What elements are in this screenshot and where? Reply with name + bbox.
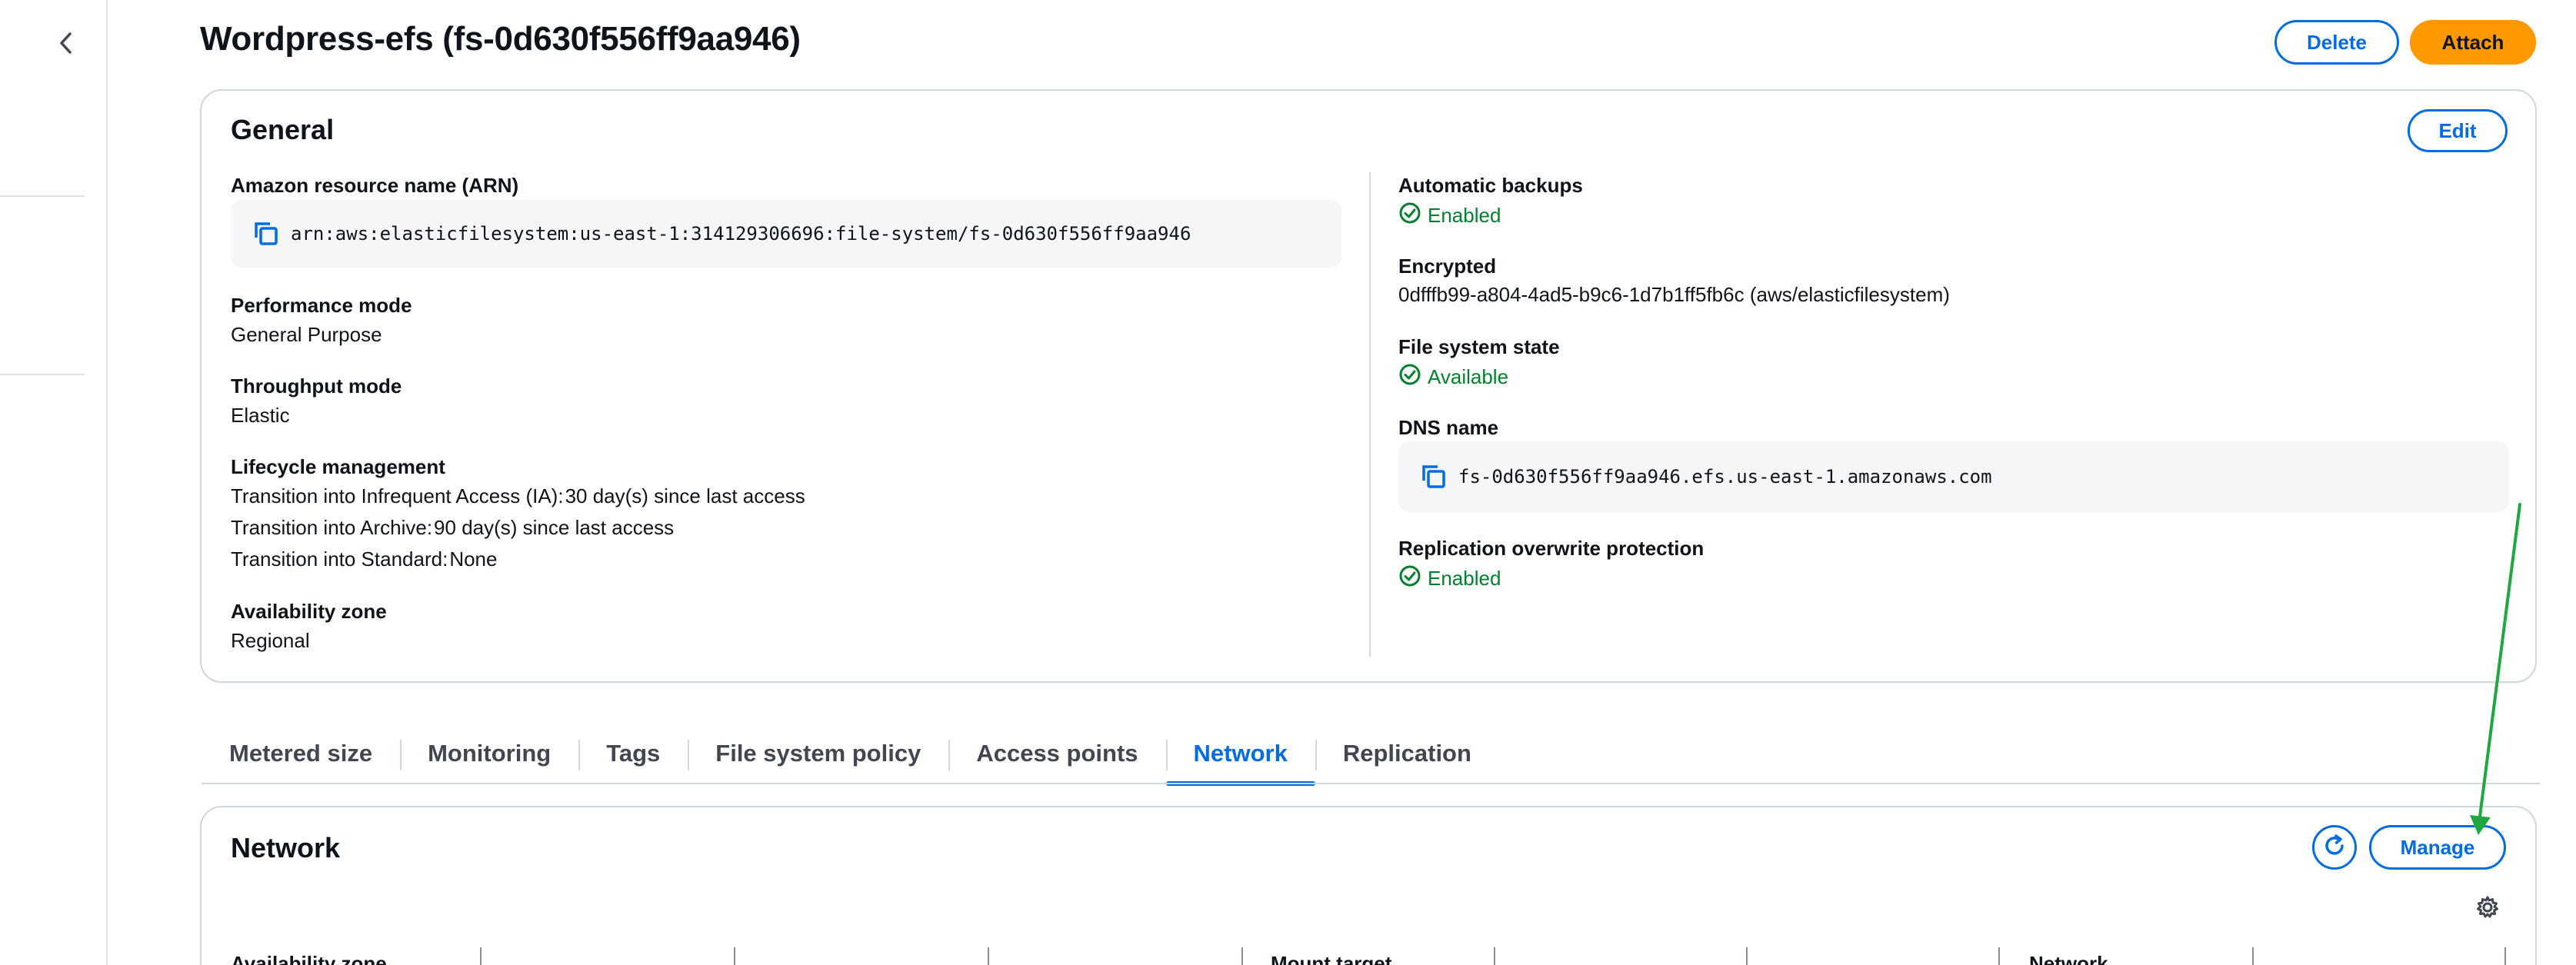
column-divider [734, 947, 735, 965]
replication-protection-label: Replication overwrite protection [1398, 537, 1705, 560]
column-divider [2252, 947, 2254, 965]
arn-value: arn:aws:elasticfilesystem:us-east-1:3141… [291, 223, 1191, 245]
detail-tabs: Metered size Monitoring Tags File system… [202, 723, 1499, 786]
dns-name-label: DNS name [1398, 416, 1499, 439]
copy-icon[interactable] [251, 218, 282, 249]
availability-zone-value: Regional [231, 629, 310, 652]
page: Wordpress-efs (fs-0d630f556ff9aa946) Del… [0, 0, 2576, 965]
tab-access-points[interactable]: Access points [948, 723, 1165, 784]
tab-tags[interactable]: Tags [578, 723, 688, 784]
lifecycle-line: Transition into Archive:90 day(s) since … [231, 516, 675, 539]
tab-monitoring[interactable]: Monitoring [400, 723, 578, 784]
lifecycle-label: Lifecycle management [231, 455, 445, 478]
column-divider [1241, 947, 1243, 965]
edit-button[interactable]: Edit [2408, 109, 2508, 152]
lifecycle-line: Transition into Standard:None [231, 547, 498, 571]
chevron-left-icon[interactable] [52, 29, 80, 57]
tabs-underline [202, 783, 2540, 784]
encrypted-value: 0dfffb99-a804-4ad5-b9c6-1d7b1ff5fb6c (aw… [1398, 283, 1950, 306]
encrypted-label: Encrypted [1398, 255, 1497, 278]
throughput-mode-value: Elastic [231, 404, 290, 427]
page-title: Wordpress-efs (fs-0d630f556ff9aa946) [200, 20, 801, 58]
nav-divider [0, 195, 85, 197]
side-navigation-collapsed [0, 0, 108, 965]
tab-file-system-policy[interactable]: File system policy [688, 723, 948, 784]
lifecycle-line: Transition into Infrequent Access (IA):3… [231, 484, 805, 507]
automatic-backups-status: Enabled [1398, 201, 1501, 230]
replication-protection-status: Enabled [1398, 564, 1501, 593]
performance-mode-label: Performance mode [231, 294, 412, 317]
file-system-state-status: Available [1398, 363, 1508, 391]
refresh-icon [2321, 833, 2348, 863]
column-header-mount-target[interactable]: Mount target [1271, 952, 1391, 965]
automatic-backups-value: Enabled [1428, 204, 1501, 227]
gear-icon[interactable] [2472, 892, 2503, 923]
refresh-button[interactable] [2312, 825, 2357, 870]
check-circle-icon [1398, 201, 1421, 230]
column-divider [1998, 947, 2000, 965]
manage-button[interactable]: Manage [2369, 825, 2506, 870]
file-system-state-value: Available [1428, 365, 1509, 388]
general-container: General Edit Amazon resource name (ARN) … [200, 89, 2537, 683]
tab-network[interactable]: Network [1165, 723, 1316, 786]
column-divider [2504, 947, 2506, 965]
delete-button[interactable]: Delete [2274, 20, 2399, 65]
replication-protection-value: Enabled [1428, 567, 1501, 590]
throughput-mode-label: Throughput mode [231, 374, 402, 398]
tab-replication[interactable]: Replication [1315, 723, 1499, 784]
tab-metered-size[interactable]: Metered size [202, 723, 400, 784]
check-circle-icon [1398, 564, 1421, 593]
column-header-network[interactable]: Network [2029, 952, 2108, 965]
column-divider [480, 947, 482, 965]
column-header-availability-zone[interactable]: Availability zone [231, 952, 387, 965]
attach-button[interactable]: Attach [2410, 20, 2536, 65]
copy-icon[interactable] [1418, 461, 1449, 492]
availability-zone-label: Availability zone [231, 600, 387, 623]
arn-copy-box: arn:aws:elasticfilesystem:us-east-1:3141… [231, 200, 1341, 268]
network-container: Network [200, 806, 2537, 965]
performance-mode-value: General Purpose [231, 323, 382, 346]
dns-copy-box: fs-0d630f556ff9aa946.efs.us-east-1.amazo… [1398, 441, 2509, 512]
column-divider [1369, 172, 1371, 657]
column-divider [988, 947, 989, 965]
check-circle-icon [1398, 363, 1421, 391]
network-title: Network [231, 832, 341, 864]
nav-divider [0, 374, 85, 375]
file-system-state-label: File system state [1398, 335, 1560, 358]
dns-name-value: fs-0d630f556ff9aa946.efs.us-east-1.amazo… [1458, 466, 1992, 487]
column-divider [1494, 947, 1495, 965]
general-title: General [231, 114, 335, 145]
arn-label: Amazon resource name (ARN) [231, 174, 519, 197]
column-divider [1746, 947, 1748, 965]
automatic-backups-label: Automatic backups [1398, 174, 1583, 197]
